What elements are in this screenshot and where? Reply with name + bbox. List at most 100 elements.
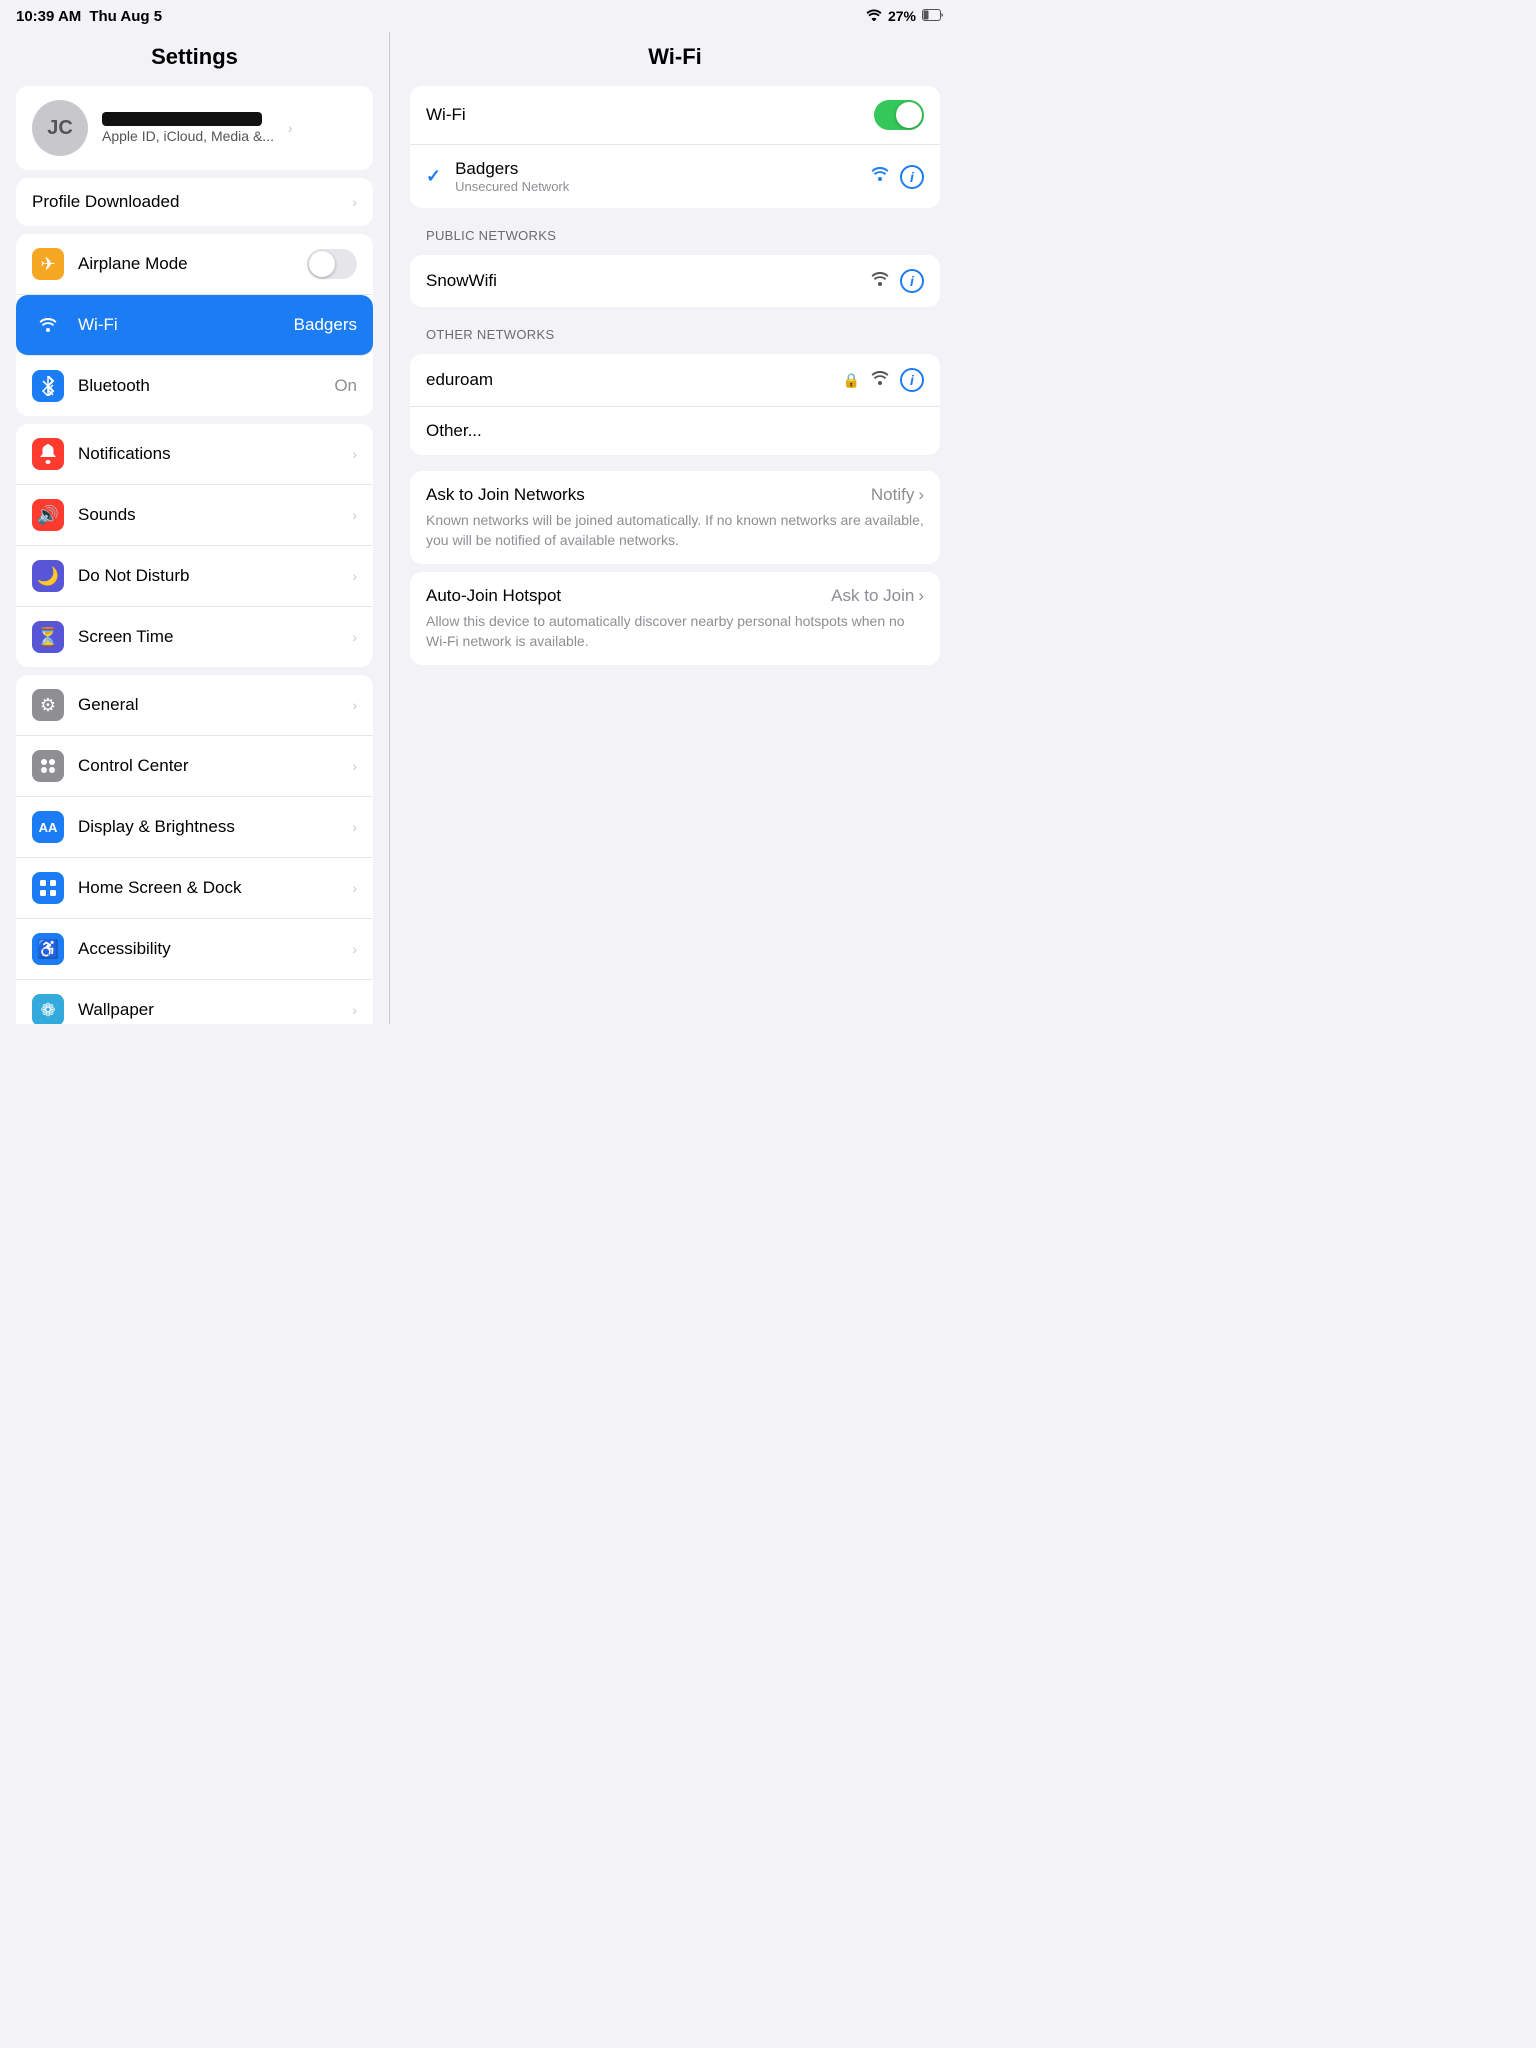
profile-downloaded-chevron: › xyxy=(352,194,357,210)
homescreen-label: Home Screen & Dock xyxy=(78,878,338,898)
homescreen-icon xyxy=(32,872,64,904)
time: 10:39 AM xyxy=(16,8,81,25)
homescreen-chevron: › xyxy=(352,880,357,896)
ask-to-join-desc: Known networks will be joined automatica… xyxy=(426,511,924,550)
snowwifi-info-btn[interactable]: i xyxy=(900,269,924,293)
general-settings-chevron: › xyxy=(352,697,357,713)
profile-subtitle: Apple ID, iCloud, Media &... xyxy=(102,128,274,144)
wifi-value: Badgers xyxy=(294,315,357,335)
eduroam-signal-icon xyxy=(870,370,890,391)
wallpaper-chevron: › xyxy=(352,1002,357,1018)
connectivity-group: ✈ Airplane Mode Wi-Fi Badgers xyxy=(16,234,373,416)
wallpaper-label: Wallpaper xyxy=(78,1000,338,1020)
ask-to-join-chevron: › xyxy=(918,485,924,505)
profile-chevron: › xyxy=(288,120,293,136)
airplane-toggle[interactable] xyxy=(307,249,357,279)
profile-downloaded-label: Profile Downloaded xyxy=(32,192,338,212)
system-group: ⚙ General › Control Center › AA xyxy=(16,675,373,1024)
displaybrightness-icon: AA xyxy=(32,811,64,843)
general-settings-label: General xyxy=(78,695,338,715)
notifications-label: Notifications xyxy=(78,444,338,464)
bluetooth-value: On xyxy=(334,376,357,396)
notifications-chevron: › xyxy=(352,446,357,462)
donotdisturb-icon: 🌙 xyxy=(32,560,64,592)
donotdisturb-chevron: › xyxy=(352,568,357,584)
wifi-label: Wi-Fi xyxy=(78,315,280,335)
snowwifi-row[interactable]: SnowWifi i xyxy=(410,255,940,307)
accessibility-icon: ♿ xyxy=(32,933,64,965)
other-networks-card: eduroam 🔒 i Other... xyxy=(410,354,940,455)
controlcenter-icon xyxy=(32,750,64,782)
right-panel: Wi-Fi Wi-Fi ✓ Badgers Unsecured Network xyxy=(390,32,960,1024)
general-settings-icon: ⚙ xyxy=(32,689,64,721)
auto-join-desc: Allow this device to automatically disco… xyxy=(426,612,924,651)
main-layout: Settings JC Apple ID, iCloud, Media &...… xyxy=(0,32,960,1024)
donotdisturb-label: Do Not Disturb xyxy=(78,566,338,586)
profile-downloaded-row[interactable]: Profile Downloaded › xyxy=(16,178,373,226)
status-bar: 10:39 AM Thu Aug 5 27% xyxy=(0,0,960,32)
airplane-label: Airplane Mode xyxy=(78,254,293,274)
connected-signal-icon xyxy=(870,166,890,187)
connected-network-row[interactable]: ✓ Badgers Unsecured Network i xyxy=(410,145,940,208)
sounds-label: Sounds xyxy=(78,505,338,525)
airplane-icon: ✈ xyxy=(32,248,64,280)
general-settings-row[interactable]: ⚙ General › xyxy=(16,675,373,736)
wifi-status-icon xyxy=(866,8,882,24)
auto-join-label: Auto-Join Hotspot xyxy=(426,586,561,606)
eduroam-row[interactable]: eduroam 🔒 i xyxy=(410,354,940,407)
other-networks-label: OTHER NETWORKS xyxy=(390,315,960,346)
profile-card[interactable]: JC Apple ID, iCloud, Media &... › xyxy=(16,86,373,170)
snowwifi-ssid: SnowWifi xyxy=(426,271,860,291)
screentime-icon: ⏳ xyxy=(32,621,64,653)
displaybrightness-chevron: › xyxy=(352,819,357,835)
eduroam-info-btn[interactable]: i xyxy=(900,368,924,392)
airplane-mode-row[interactable]: ✈ Airplane Mode xyxy=(16,234,373,295)
displaybrightness-label: Display & Brightness xyxy=(78,817,338,837)
public-networks-label: PUBLIC NETWORKS xyxy=(390,216,960,247)
wifi-toggle-knob xyxy=(896,102,922,128)
sounds-row[interactable]: 🔊 Sounds › xyxy=(16,485,373,546)
wifi-toggle-card: Wi-Fi ✓ Badgers Unsecured Network xyxy=(410,86,940,208)
auto-join-chevron: › xyxy=(918,586,924,606)
notifications-icon xyxy=(32,438,64,470)
controlcenter-row[interactable]: Control Center › xyxy=(16,736,373,797)
wifi-icon xyxy=(32,309,64,341)
eduroam-ssid: eduroam xyxy=(426,370,833,390)
ask-to-join-value[interactable]: Notify › xyxy=(871,485,924,505)
connected-sub: Unsecured Network xyxy=(455,179,860,194)
connected-info-btn[interactable]: i xyxy=(900,165,924,189)
sidebar: Settings JC Apple ID, iCloud, Media &...… xyxy=(0,32,390,1024)
other-network-row[interactable]: Other... xyxy=(410,407,940,455)
bluetooth-icon xyxy=(32,370,64,402)
homescreen-row[interactable]: Home Screen & Dock › xyxy=(16,858,373,919)
profile-name-redacted xyxy=(102,112,262,126)
airplane-toggle-knob xyxy=(309,251,335,277)
bluetooth-row[interactable]: Bluetooth On xyxy=(16,356,373,416)
battery-icon xyxy=(922,8,944,24)
wifi-panel-title: Wi-Fi xyxy=(390,32,960,78)
battery-text: 27% xyxy=(888,8,916,24)
wifi-toggle[interactable] xyxy=(874,100,924,130)
donotdisturb-row[interactable]: 🌙 Do Not Disturb › xyxy=(16,546,373,607)
connected-ssid: Badgers xyxy=(455,159,860,179)
screentime-row[interactable]: ⏳ Screen Time › xyxy=(16,607,373,667)
profile-downloaded-card: Profile Downloaded › xyxy=(16,178,373,226)
wifi-row[interactable]: Wi-Fi Badgers xyxy=(16,295,373,356)
displaybrightness-row[interactable]: AA Display & Brightness › xyxy=(16,797,373,858)
controlcenter-chevron: › xyxy=(352,758,357,774)
controlcenter-label: Control Center xyxy=(78,756,338,776)
sidebar-title: Settings xyxy=(0,32,389,78)
wallpaper-icon: ❁ xyxy=(32,994,64,1024)
notifications-row[interactable]: Notifications › xyxy=(16,424,373,485)
wallpaper-row[interactable]: ❁ Wallpaper › xyxy=(16,980,373,1024)
wifi-toggle-row[interactable]: Wi-Fi xyxy=(410,86,940,145)
ask-to-join-label: Ask to Join Networks xyxy=(426,485,585,505)
accessibility-row[interactable]: ♿ Accessibility › xyxy=(16,919,373,980)
auto-join-value[interactable]: Ask to Join › xyxy=(831,586,924,606)
auto-join-card: Auto-Join Hotspot Ask to Join › Allow th… xyxy=(410,572,940,665)
ask-to-join-card: Ask to Join Networks Notify › Known netw… xyxy=(410,471,940,564)
bluetooth-label: Bluetooth xyxy=(78,376,320,396)
sounds-chevron: › xyxy=(352,507,357,523)
public-networks-card: SnowWifi i xyxy=(410,255,940,307)
snowwifi-signal-icon xyxy=(870,271,890,292)
